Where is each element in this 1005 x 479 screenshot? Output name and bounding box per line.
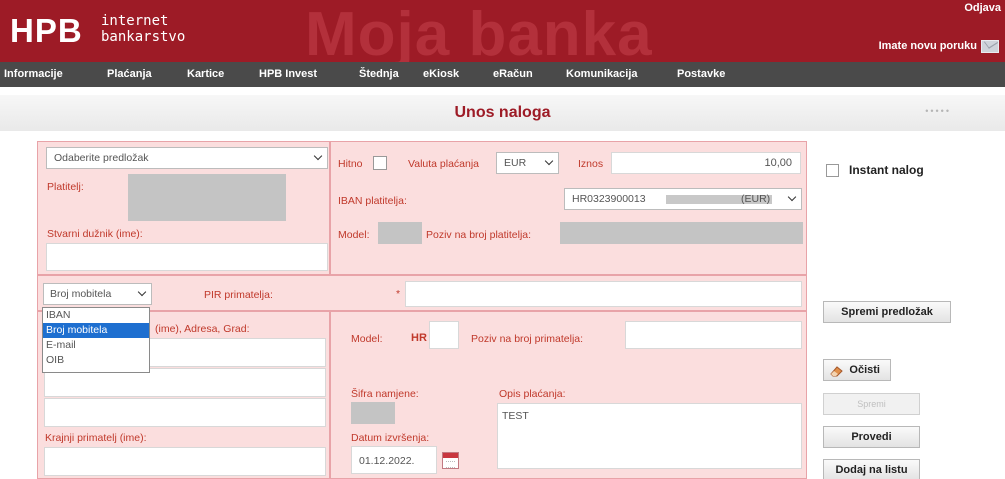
- recipient-name-label: (ime), Adresa, Grad:: [155, 323, 250, 335]
- stvarni-duznik-label: Stvarni dužnik (ime):: [47, 228, 143, 240]
- nav-item-hpb-invest[interactable]: HPB Invest: [259, 62, 317, 87]
- recipient-id-type-dropdown: IBAN Broj mobitela E-mail OIB: [42, 307, 150, 373]
- nav-item-komunikacija[interactable]: Komunikacija: [566, 62, 638, 87]
- dropdown-option-broj-mobitela[interactable]: Broj mobitela: [43, 323, 149, 338]
- template-select-value: Odaberite predložak: [54, 152, 149, 164]
- model-platitelja-label: Model:: [338, 229, 370, 241]
- model-primatelja-value: HR: [411, 332, 427, 344]
- chevron-down-icon: [787, 192, 797, 202]
- dodaj-na-listu-button[interactable]: Dodaj na listu: [823, 459, 920, 479]
- hpb-logo[interactable]: HPB: [10, 14, 83, 47]
- nav-item-eracun[interactable]: eRačun: [493, 62, 533, 87]
- hitno-label: Hitno: [338, 158, 363, 170]
- model-primatelja-input[interactable]: [429, 321, 459, 349]
- model-platitelja-input[interactable]: [378, 222, 422, 244]
- poziv-primatelja-input[interactable]: [625, 321, 802, 349]
- iban-select[interactable]: HR0323900013 (EUR): [564, 188, 802, 210]
- envelope-icon[interactable]: [981, 40, 999, 53]
- iban-label: IBAN platitelja:: [338, 195, 407, 207]
- chevron-down-icon: [544, 156, 554, 166]
- hitno-checkbox[interactable]: [373, 156, 387, 170]
- model-primatelja-label: Model:: [351, 333, 383, 345]
- eraser-icon: [830, 364, 844, 377]
- ocisti-label: Očisti: [849, 364, 880, 376]
- dropdown-option-email[interactable]: E-mail: [43, 338, 149, 353]
- poziv-primatelja-label: Poziv na broj primatelja:: [471, 333, 584, 345]
- opis-placanja-input[interactable]: TEST: [497, 403, 802, 469]
- iban-suffix: (EUR): [741, 193, 771, 205]
- calendar-icon[interactable]: [442, 452, 459, 469]
- nav-item-postavke[interactable]: Postavke: [677, 62, 725, 87]
- sifra-namjene-input[interactable]: [351, 402, 395, 424]
- recipient-payment-panel: Model: HR Poziv na broj primatelja: Šifr…: [330, 311, 807, 479]
- new-message-link[interactable]: Imate novu poruku: [879, 40, 977, 52]
- provedi-button[interactable]: Provedi: [823, 426, 920, 448]
- opis-placanja-label: Opis plaćanja:: [499, 388, 566, 400]
- main-nav: Informacije Plaćanja Kartice HPB Invest …: [0, 62, 1005, 87]
- nav-item-placanja[interactable]: Plaćanja: [107, 62, 152, 87]
- krajnji-primatelj-input[interactable]: [44, 447, 326, 476]
- nav-item-informacije[interactable]: Informacije: [4, 62, 63, 87]
- valuta-select-value: EUR: [504, 157, 527, 169]
- dropdown-option-oib[interactable]: OIB: [43, 353, 149, 368]
- sifra-namjene-label: Šifra namjene:: [351, 388, 419, 400]
- logo-line-2: bankarstvo: [101, 29, 186, 45]
- logo-subtitle: internet bankarstvo: [101, 13, 185, 45]
- stvarni-duznik-input[interactable]: [46, 243, 328, 271]
- title-bar: Unos naloga •••••: [0, 95, 1005, 131]
- krajnji-primatelj-label: Krajnji primatelj (ime):: [45, 432, 147, 444]
- header: Moja banka HPB internet bankarstvo Odjav…: [0, 0, 1005, 62]
- progress-dots: •••••: [925, 106, 951, 116]
- payment-panel: Hitno Valuta plaćanja EUR Iznos 10,00 IB…: [330, 141, 807, 275]
- platitelj-value-redacted: [128, 174, 286, 221]
- logo-line-1: internet: [101, 13, 169, 29]
- platitelj-label: Platitelj:: [47, 181, 84, 193]
- chevron-down-icon: [137, 287, 147, 297]
- spremi-predlozak-button[interactable]: Spremi predložak: [823, 301, 951, 323]
- payer-panel: Odaberite predložak Platitelj: Stvarni d…: [37, 141, 330, 275]
- recipient-id-type-value: Broj mobitela: [50, 288, 112, 300]
- iznos-label: Iznos: [578, 158, 604, 170]
- required-mark: *: [396, 288, 401, 300]
- valuta-label: Valuta plaćanja: [408, 158, 480, 170]
- chevron-down-icon: [313, 151, 323, 161]
- spremi-button[interactable]: Spremi: [823, 393, 920, 415]
- dropdown-option-iban[interactable]: IBAN: [43, 308, 149, 323]
- recipient-city-input[interactable]: [44, 398, 326, 427]
- pir-label: PIR primatelja:: [204, 289, 273, 301]
- page-title: Unos naloga: [454, 104, 551, 121]
- poziv-platitelja-label: Poziv na broj platitelja:: [426, 229, 532, 241]
- instant-nalog-label: Instant nalog: [849, 163, 924, 177]
- template-select[interactable]: Odaberite predložak: [46, 147, 328, 169]
- datum-izvrsenja-label: Datum izvršenja:: [351, 432, 430, 444]
- nav-item-ekiosk[interactable]: eKiosk: [423, 62, 459, 87]
- recipient-id-type-select[interactable]: Broj mobitela: [43, 283, 152, 305]
- logout-link[interactable]: Odjava: [964, 2, 1001, 14]
- pir-input[interactable]: [405, 281, 802, 307]
- datum-izvrsenja-input[interactable]: 01.12.2022.: [351, 446, 437, 474]
- nav-item-kartice[interactable]: Kartice: [187, 62, 224, 87]
- iznos-input[interactable]: 10,00: [611, 152, 801, 174]
- ocisti-button[interactable]: Očisti: [823, 359, 891, 381]
- valuta-select[interactable]: EUR: [496, 152, 559, 174]
- poziv-platitelja-input[interactable]: [560, 222, 803, 244]
- header-watermark: Moja banka: [305, 0, 653, 63]
- recipient-id-panel: Broj mobitela PIR primatelja: *: [37, 275, 807, 311]
- instant-nalog-checkbox[interactable]: [826, 164, 839, 177]
- iban-prefix: HR0323900013: [572, 193, 646, 205]
- nav-item-stednja[interactable]: Štednja: [359, 62, 399, 87]
